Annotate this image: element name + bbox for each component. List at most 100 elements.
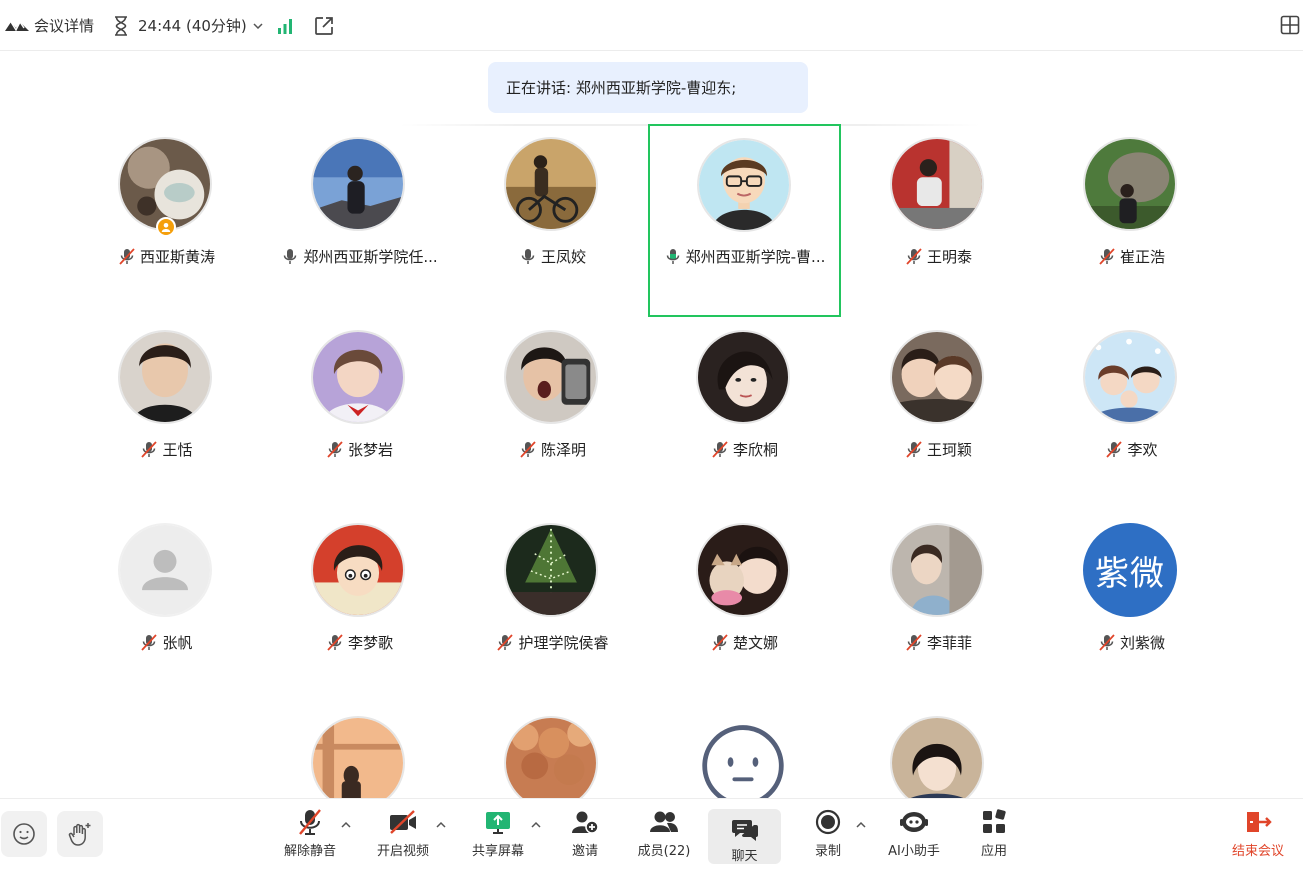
participant-tile[interactable]: 李欢 bbox=[1035, 316, 1228, 509]
participant-tile[interactable]: 王恬 bbox=[70, 316, 263, 509]
apps-label: 应用 bbox=[980, 844, 1007, 859]
share-screen-button[interactable]: 共享屏幕 bbox=[467, 807, 529, 867]
participant-name-row: 王恬 bbox=[70, 438, 263, 460]
avatar bbox=[696, 330, 790, 424]
avatar-text: 紫微 bbox=[1095, 553, 1165, 594]
participant-tile[interactable] bbox=[456, 702, 649, 798]
avatar bbox=[890, 716, 984, 798]
invite-button[interactable]: 邀请 bbox=[565, 807, 605, 867]
participant-tile[interactable]: 西亚斯黄涛 bbox=[70, 124, 263, 317]
avatar bbox=[697, 138, 791, 232]
avatar bbox=[504, 137, 598, 231]
mic-icon bbox=[521, 249, 535, 264]
participant-name: 崔正浩 bbox=[1119, 247, 1165, 266]
participant-name: 王明泰 bbox=[926, 247, 972, 266]
participant-tile[interactable]: 陈泽明 bbox=[456, 316, 649, 509]
avatar bbox=[118, 523, 212, 617]
participant-name-row: 楚文娜 bbox=[648, 631, 841, 653]
participant-tile[interactable]: 张帆 bbox=[70, 509, 263, 702]
participant-name: 刘紫微 bbox=[1119, 633, 1165, 652]
participant-name: 陈泽明 bbox=[540, 440, 586, 459]
members-button[interactable]: 成员(22) bbox=[634, 807, 694, 867]
participant-tile[interactable] bbox=[842, 702, 1035, 798]
mic-muted-icon bbox=[712, 441, 728, 458]
invite-label: 邀请 bbox=[571, 844, 598, 859]
participant-name-row: 陈泽明 bbox=[456, 438, 649, 460]
participant-tile[interactable] bbox=[648, 702, 841, 798]
mic-muted-icon bbox=[327, 634, 343, 651]
start-video-button[interactable]: 开启视频 bbox=[372, 807, 434, 867]
smiley-icon bbox=[13, 823, 35, 845]
participant-name: 李菲菲 bbox=[926, 633, 972, 652]
active-speaker-tile[interactable]: 郑州西亚斯学院-曹... bbox=[648, 124, 841, 317]
end-meeting-button[interactable]: 结束会议 bbox=[1226, 807, 1290, 867]
participant-name: 王恬 bbox=[162, 440, 193, 459]
raise-hand-button[interactable] bbox=[57, 811, 103, 857]
participant-tile[interactable]: 崔正浩 bbox=[1035, 124, 1228, 317]
participant-tile[interactable]: 王凤姣 bbox=[456, 124, 649, 317]
emoji-reaction-button[interactable] bbox=[1, 811, 47, 857]
record-button[interactable]: 录制 bbox=[808, 807, 848, 867]
host-badge-icon bbox=[156, 217, 176, 237]
avatar bbox=[504, 330, 598, 424]
avatar bbox=[890, 523, 984, 617]
mic-speaking-icon bbox=[666, 249, 679, 264]
participant-tile[interactable]: 护理学院侯睿 bbox=[456, 509, 649, 702]
participant-name-row: 郑州西亚斯学院任... bbox=[263, 245, 456, 267]
participant-name: 李梦歌 bbox=[347, 633, 393, 652]
avatar bbox=[504, 523, 598, 617]
participant-tile[interactable] bbox=[263, 702, 456, 798]
share-screen-icon bbox=[486, 812, 510, 834]
members-label: 成员(22) bbox=[637, 844, 691, 859]
chevron-up-icon[interactable] bbox=[531, 821, 541, 829]
participant-tile[interactable]: 李菲菲 bbox=[842, 509, 1035, 702]
ai-assistant-button[interactable]: AI小助手 bbox=[882, 807, 946, 867]
participant-name-row: 刘紫微 bbox=[1035, 631, 1228, 653]
participant-name-row: 王珂颖 bbox=[842, 438, 1035, 460]
participant-name: 护理学院侯睿 bbox=[518, 633, 609, 652]
participant-name-row: 王明泰 bbox=[842, 245, 1035, 267]
avatar bbox=[118, 330, 212, 424]
exit-icon bbox=[1247, 812, 1272, 832]
participant-name-row: 张梦岩 bbox=[263, 438, 456, 460]
participant-name-row: 张帆 bbox=[70, 631, 263, 653]
participant-name-row: 王凤姣 bbox=[456, 245, 649, 267]
participant-name-row: 护理学院侯睿 bbox=[456, 631, 649, 653]
avatar bbox=[311, 330, 405, 424]
participant-tile[interactable]: 楚文娜 bbox=[648, 509, 841, 702]
participant-tile[interactable]: 王珂颖 bbox=[842, 316, 1035, 509]
mic-muted-icon bbox=[906, 634, 922, 651]
chevron-up-icon[interactable] bbox=[856, 821, 866, 829]
participant-tile[interactable]: 郑州西亚斯学院任... bbox=[263, 124, 456, 317]
participant-grid: 西亚斯黄涛 郑州西亚斯学院任... 王凤姣 郑州西亚斯学院-曹... 王明泰 崔… bbox=[0, 0, 1303, 800]
mic-muted-icon bbox=[119, 248, 135, 265]
avatar bbox=[696, 716, 790, 798]
ai-assistant-label: AI小助手 bbox=[888, 844, 940, 859]
chat-button[interactable]: 聊天 bbox=[708, 809, 781, 864]
apps-button[interactable]: 应用 bbox=[974, 807, 1014, 867]
participant-name: 郑州西亚斯学院-曹... bbox=[685, 247, 826, 266]
participant-name-row: 李梦歌 bbox=[263, 631, 456, 653]
mic-icon bbox=[284, 249, 297, 264]
mic-muted-icon bbox=[906, 441, 922, 458]
participant-name: 张帆 bbox=[162, 633, 193, 652]
participant-name: 李欣桐 bbox=[732, 440, 778, 459]
unmute-button[interactable]: 解除静音 bbox=[279, 807, 341, 867]
participant-name-row: 西亚斯黄涛 bbox=[70, 245, 263, 267]
avatar bbox=[311, 137, 405, 231]
chevron-up-icon[interactable] bbox=[436, 821, 446, 829]
avatar bbox=[696, 523, 790, 617]
participant-tile[interactable]: 张梦岩 bbox=[263, 316, 456, 509]
mic-muted-icon bbox=[299, 809, 321, 835]
avatar bbox=[311, 716, 405, 798]
chevron-up-icon[interactable] bbox=[341, 821, 351, 829]
mic-muted-icon bbox=[712, 634, 728, 651]
avatar bbox=[890, 137, 984, 231]
participant-tile[interactable]: 李梦歌 bbox=[263, 509, 456, 702]
participant-tile[interactable]: 李欣桐 bbox=[648, 316, 841, 509]
chat-label: 聊天 bbox=[731, 849, 758, 864]
avatar bbox=[1083, 330, 1177, 424]
participant-tile[interactable]: 王明泰 bbox=[842, 124, 1035, 317]
text-avatar: 紫微 bbox=[1083, 523, 1177, 617]
participant-tile[interactable]: 紫微 刘紫微 bbox=[1035, 509, 1228, 702]
